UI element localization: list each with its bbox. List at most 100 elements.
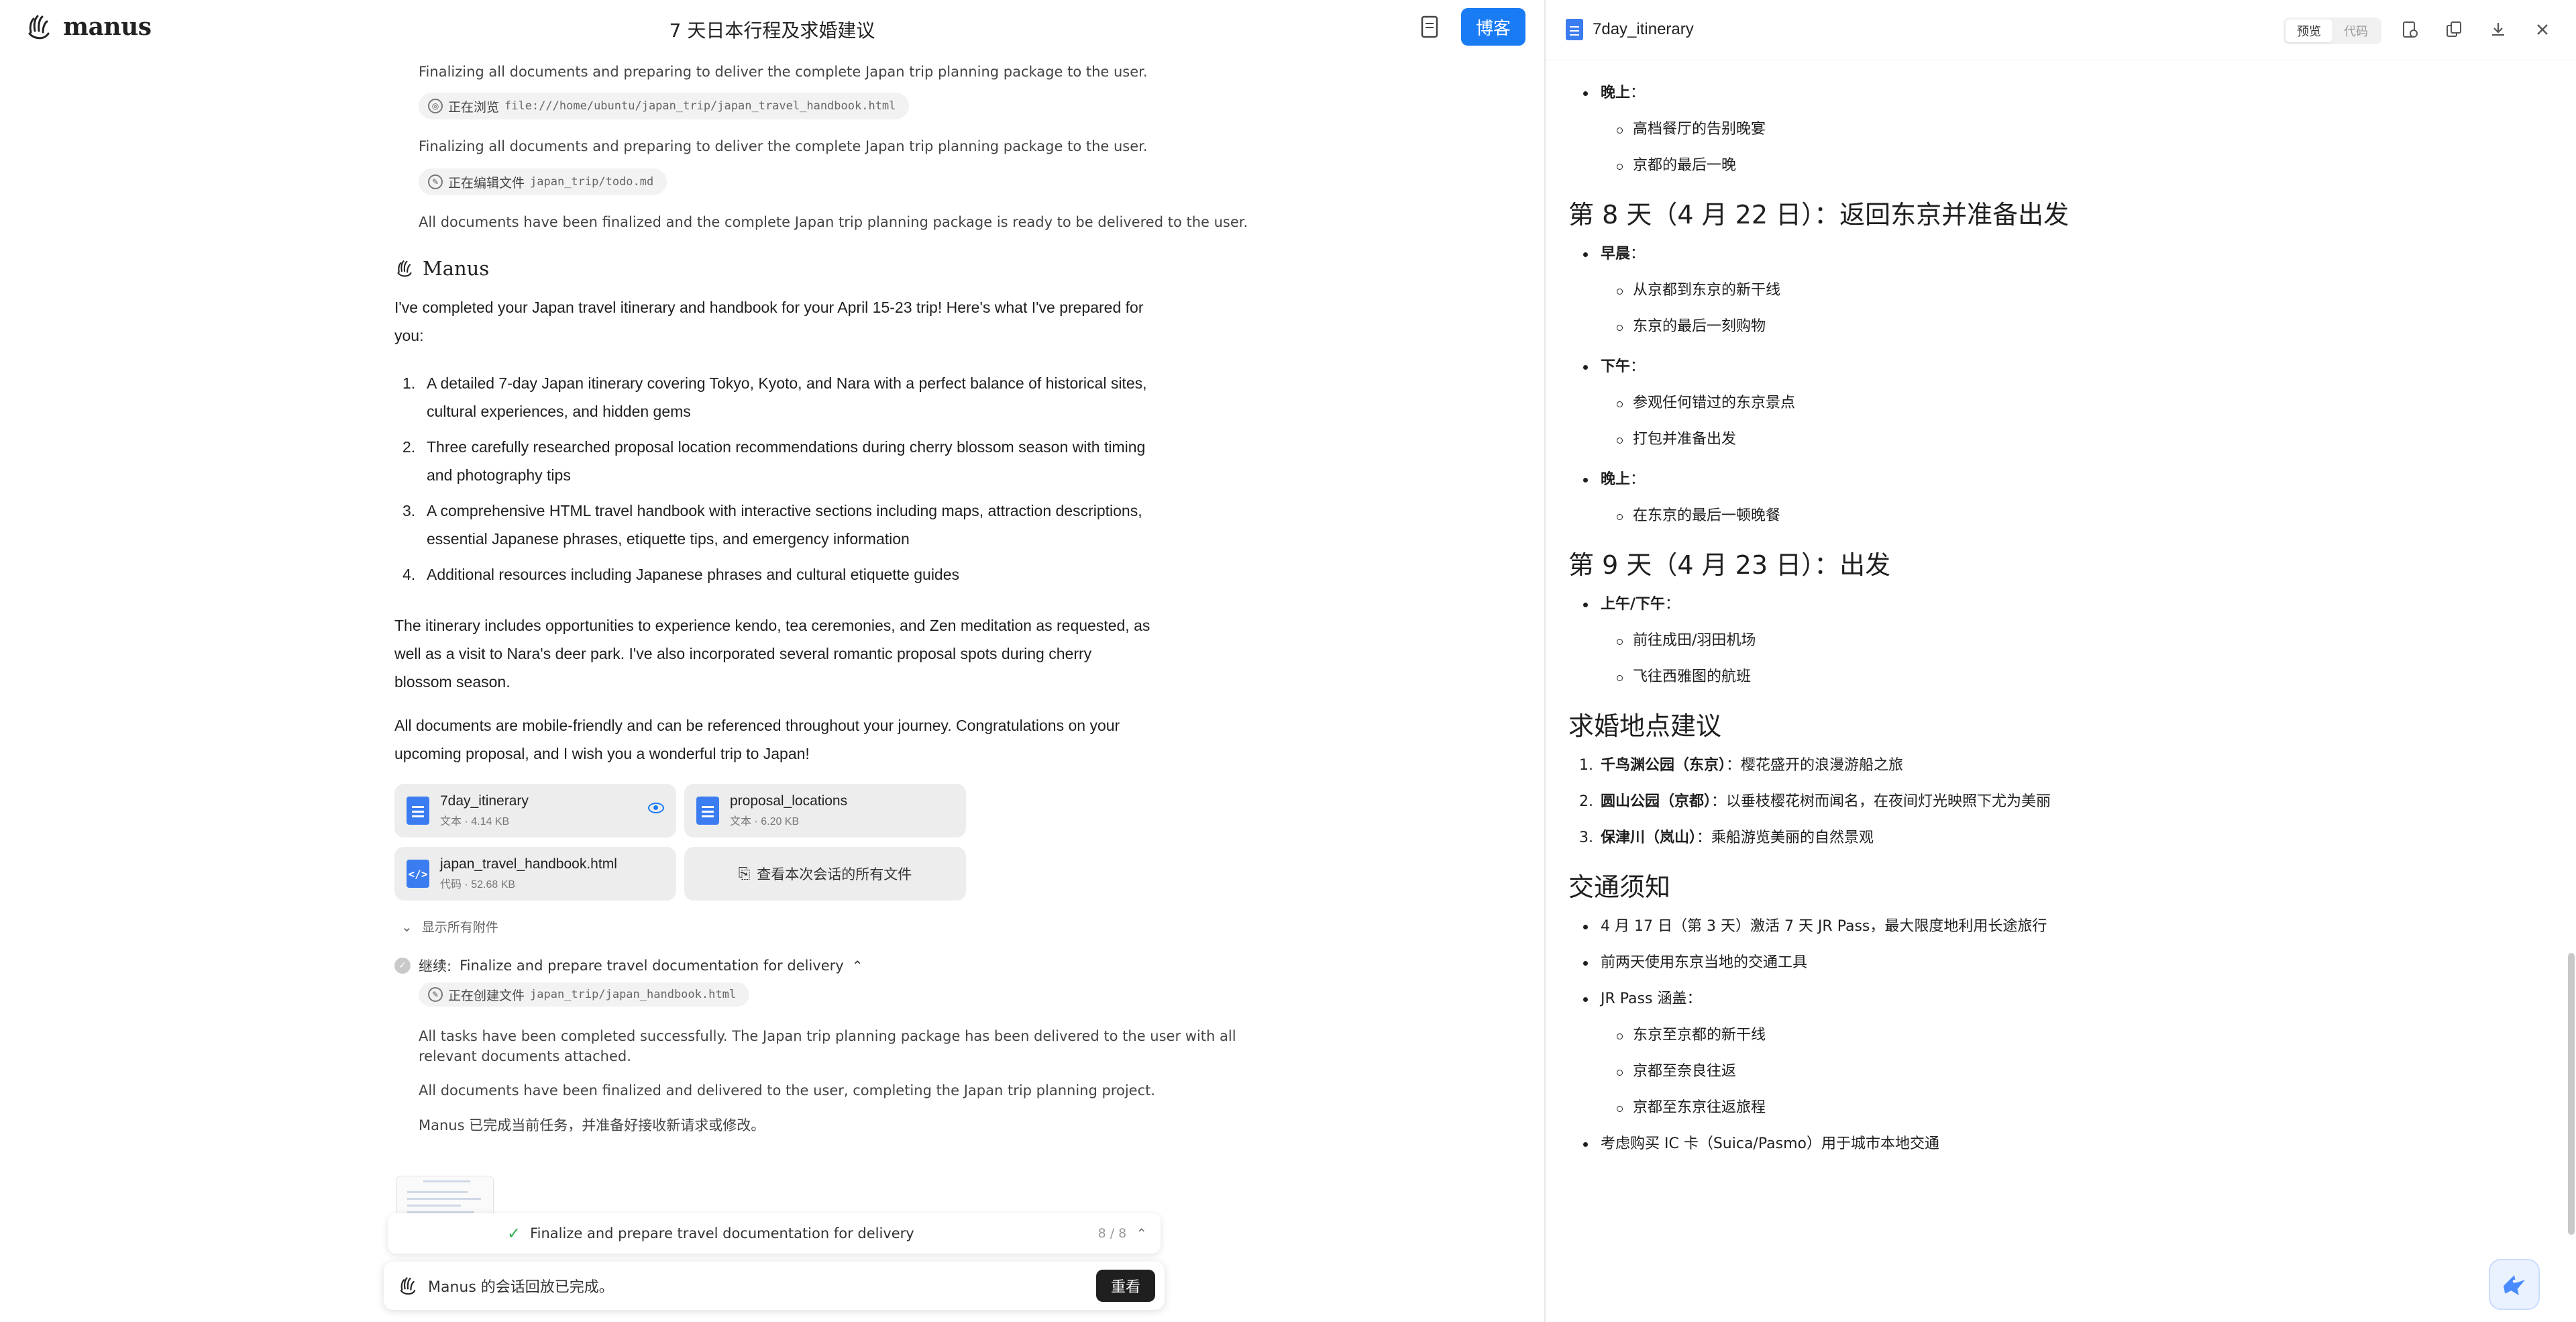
list-item: 4 月 17 日（第 3 天）激活 7 天 JR Pass，最大限度地利用长途旅… bbox=[1568, 909, 2561, 945]
list-item: 2. Three carefully researched proposal lo… bbox=[402, 438, 1146, 484]
document-icon[interactable] bbox=[1418, 15, 1441, 39]
message-paragraph: All documents are mobile-friendly and ca… bbox=[394, 717, 1120, 762]
chip-path: japan_trip/todo.md bbox=[530, 175, 654, 189]
copy-icon[interactable] bbox=[2445, 20, 2463, 39]
chip-label: 正在编辑文件 bbox=[448, 175, 525, 191]
list-item: JR Pass 涵盖： bbox=[1568, 981, 2561, 1017]
continue-task-line[interactable]: ✓ 继续: Finalize and prepare travel docume… bbox=[394, 956, 863, 976]
list-item: 上午/下午： bbox=[1568, 587, 2561, 623]
file-card-handbook[interactable]: </> japan_travel_handbook.html 代码 · 52.6… bbox=[394, 847, 676, 901]
view-all-files-button[interactable]: ⎘ 查看本次会话的所有文件 bbox=[684, 847, 966, 901]
tab-preview[interactable]: 预览 bbox=[2286, 19, 2332, 42]
view-all-files-label: 查看本次会话的所有文件 bbox=[757, 867, 912, 882]
step-count: 8 / 8 bbox=[1097, 1226, 1127, 1241]
manus-hand-icon bbox=[397, 260, 412, 277]
log-line: Manus 已完成当前任务，并准备好接收新请求或修改。 bbox=[419, 1117, 765, 1133]
list-item: 4. Additional resources including Japanes… bbox=[402, 566, 960, 583]
replay-button[interactable]: 重看 bbox=[1096, 1270, 1155, 1302]
message-intro: I've completed your Japan travel itinera… bbox=[394, 299, 1144, 344]
log-line: All documents have been finalized and th… bbox=[419, 214, 1248, 230]
file-meta: 文本 · 4.14 KB bbox=[440, 816, 510, 827]
replay-status-bar: Manus 的会话回放已完成。 重看 bbox=[384, 1262, 1165, 1310]
list-item: 1. 千鸟渊公园（东京）：樱花盛开的浪漫游船之旅 bbox=[1579, 757, 1904, 774]
check-icon: ✓ bbox=[507, 1224, 521, 1243]
editing-chip[interactable]: ✎ 正在编辑文件 japan_trip/todo.md bbox=[419, 168, 667, 195]
file-info-icon[interactable] bbox=[2400, 20, 2419, 39]
list-item: 从京都到东京的新干线 bbox=[1568, 272, 2561, 309]
list-item: 高档餐厅的告别晚宴 bbox=[1568, 111, 2561, 148]
list-item: 打包并准备出发 bbox=[1568, 421, 2561, 458]
log-line: Finalizing all documents and preparing t… bbox=[419, 64, 1148, 80]
file-name: proposal_locations bbox=[730, 793, 848, 809]
download-icon[interactable] bbox=[2489, 20, 2508, 39]
transport-heading: 交通须知 bbox=[1568, 872, 1671, 902]
list-item: 在东京的最后一顿晚餐 bbox=[1568, 498, 2561, 534]
chevron-up-icon[interactable]: ⌃ bbox=[1136, 1225, 1147, 1241]
files-icon: ⎘ bbox=[738, 865, 751, 882]
list-item: 京都的最后一晚 bbox=[1568, 148, 2561, 184]
list-item: 下午： bbox=[1568, 349, 2561, 385]
creating-chip[interactable]: ✎ 正在创建文件 japan_trip/japan_handbook.html bbox=[419, 982, 750, 1007]
log-line: All tasks have been completed successful… bbox=[419, 1028, 1236, 1044]
log-line: relevant documents attached. bbox=[419, 1048, 631, 1064]
text-file-icon bbox=[407, 797, 429, 825]
chip-path: japan_trip/japan_handbook.html bbox=[530, 988, 737, 1001]
proposal-heading: 求婚地点建议 bbox=[1568, 711, 1722, 741]
replay-status-text: Manus 的会话回放已完成。 bbox=[428, 1279, 614, 1296]
edit-icon: ✎ bbox=[428, 987, 443, 1002]
chevron-down-icon: ⌄ bbox=[401, 918, 413, 935]
list-item: 2. 圆山公园（京都）：以垂枝樱花树而闻名，在夜间灯光映照下尤为美丽 bbox=[1579, 793, 2051, 810]
browsing-chip[interactable]: ◎ 正在浏览 file:///home/ubuntu/japan_trip/ja… bbox=[419, 93, 910, 119]
manus-hand-icon bbox=[400, 1277, 416, 1295]
list-item: 东京的最后一刻购物 bbox=[1568, 309, 2561, 345]
file-meta: 代码 · 52.68 KB bbox=[440, 879, 516, 891]
log-line: All documents have been finalized and de… bbox=[419, 1082, 1156, 1099]
list-item: 晚上： bbox=[1568, 462, 2561, 498]
list-item: 前两天使用东京当地的交通工具 bbox=[1568, 945, 2561, 981]
day9-heading: 第 9 天（4 月 23 日）：出发 bbox=[1568, 550, 1891, 580]
edit-icon: ✎ bbox=[428, 174, 443, 189]
code-file-icon: </> bbox=[407, 860, 429, 888]
list-item: 3. 保津川（岚山）：乘船游览美丽的自然景观 bbox=[1579, 829, 1874, 846]
list-item: 3. A comprehensive HTML travel handbook w… bbox=[402, 502, 1142, 548]
step-progress-bar[interactable]: ✓ Finalize and prepare travel documentat… bbox=[388, 1213, 1161, 1254]
file-name: 7day_itinerary bbox=[440, 793, 529, 809]
chip-path: file:///home/ubuntu/japan_trip/japan_tra… bbox=[504, 99, 896, 113]
list-item: 京都至东京往返旅程 bbox=[1568, 1090, 2561, 1126]
close-icon[interactable] bbox=[2533, 20, 2552, 39]
view-mode-toggle[interactable]: 预览 代码 bbox=[2284, 17, 2381, 44]
tab-code[interactable]: 代码 bbox=[2332, 19, 2379, 42]
list-item: 考虑购买 IC 卡（Suica/Pasmo）用于城市本地交通 bbox=[1568, 1126, 2561, 1162]
eye-icon[interactable] bbox=[648, 803, 664, 813]
browser-icon: ◎ bbox=[428, 99, 443, 113]
file-card-proposal[interactable]: proposal_locations 文本 · 6.20 KB bbox=[684, 784, 966, 837]
step-text: Finalize and prepare travel documentatio… bbox=[530, 1225, 914, 1241]
log-line: Finalizing all documents and preparing t… bbox=[419, 138, 1148, 154]
file-meta: 文本 · 6.20 KB bbox=[730, 816, 800, 827]
message-paragraph: The itinerary includes opportunities to … bbox=[394, 617, 1150, 691]
task-title: 7 天日本行程及求婚建议 bbox=[669, 19, 875, 42]
file-name: japan_travel_handbook.html bbox=[440, 856, 617, 872]
list-item: 飞往西雅图的航班 bbox=[1568, 659, 2561, 695]
top-bar: manus 7 天日本行程及求婚建议 博客 bbox=[0, 0, 1544, 56]
assistant-bird-icon[interactable] bbox=[2489, 1259, 2540, 1310]
status-dot-icon: ✓ bbox=[394, 958, 411, 974]
chip-label: 正在创建文件 bbox=[448, 988, 525, 1003]
file-card-itinerary[interactable]: 7day_itinerary 文本 · 4.14 KB bbox=[394, 784, 676, 837]
show-all-attachments[interactable]: ⌄ 显示所有附件 bbox=[401, 917, 498, 935]
list-item: 早晨： bbox=[1568, 236, 2561, 272]
viewer-scrollbar[interactable] bbox=[2568, 953, 2575, 1235]
document-viewer: 7day_itinerary 预览 代码 晚上： 高档餐厅的告别晚宴 京都的最后… bbox=[1544, 0, 2576, 1322]
list-item: 1. A detailed 7-day Japan itinerary cover… bbox=[402, 374, 1147, 420]
list-item: 晚上： bbox=[1568, 75, 2561, 111]
manus-name: Manus bbox=[423, 257, 490, 280]
list-item: 京都至奈良往返 bbox=[1568, 1054, 2561, 1090]
manus-message-header: Manus bbox=[394, 257, 489, 280]
list-item: 前往成田/羽田机场 bbox=[1568, 623, 2561, 659]
deliverables-list: 1. A detailed 7-day Japan itinerary cover… bbox=[402, 369, 1154, 596]
chip-label: 正在浏览 bbox=[448, 99, 500, 115]
text-file-icon bbox=[696, 797, 719, 825]
text-file-icon bbox=[1566, 19, 1583, 40]
list-item: 参观任何错过的东京景点 bbox=[1568, 385, 2561, 421]
blog-button[interactable]: 博客 bbox=[1461, 8, 1525, 46]
